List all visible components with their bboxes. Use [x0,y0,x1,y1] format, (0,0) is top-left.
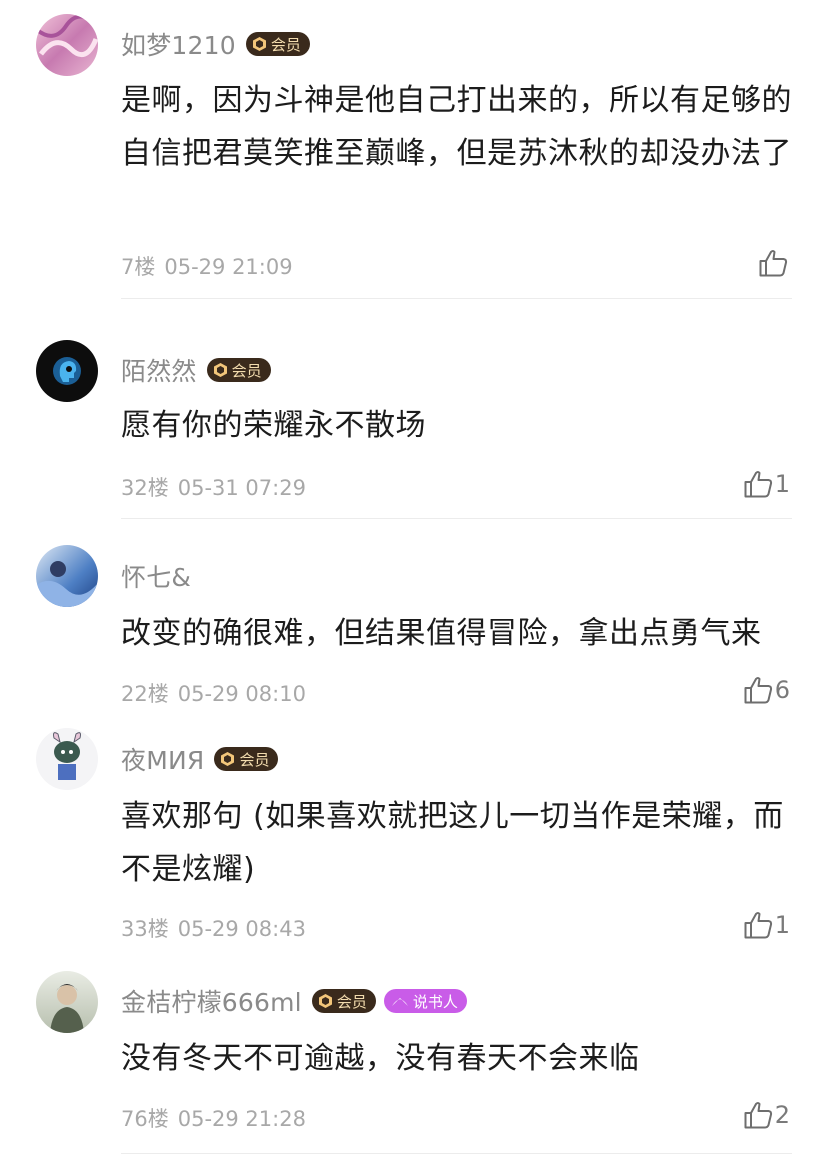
comment-meta: 33楼 05-29 08:43 [121,913,315,943]
timestamp: 05-29 21:28 [177,1107,306,1131]
like-button[interactable]: 1 [744,468,790,500]
comment-meta: 7楼 05-29 21:09 [121,251,302,281]
avatar[interactable] [36,14,98,76]
thumbs-up-icon [744,471,772,498]
divider [121,518,792,519]
comment-text: 改变的确很难，但结果值得冒险，拿出点勇气来 [121,616,762,651]
vip-label: 会员 [270,35,301,54]
username[interactable]: 如梦1210 [121,26,236,62]
avatar[interactable] [36,971,98,1033]
vip-gem-icon [318,994,332,1008]
vip-label: 会员 [231,361,262,380]
floor-number: 32楼 [121,476,169,500]
username[interactable]: 夜МИЯ [121,741,204,777]
vip-gem-icon [252,37,266,51]
vip-gem-icon [221,752,235,766]
comment-text: 愿有你的荣耀永不散场 [121,408,426,443]
floor-number: 7楼 [121,255,156,279]
like-button[interactable]: 1 [744,909,790,941]
thumbs-up-icon [759,250,788,277]
user-info: 金桔柠檬666ml 会员 说书人 [121,983,467,1019]
like-button[interactable]: 6 [744,674,790,706]
comment-text: 喜欢那句 (如果喜欢就把这儿一切当作是荣耀，而不是炫耀) [121,799,784,887]
divider [121,298,792,299]
avatar[interactable] [36,340,98,402]
thumbs-up-icon [744,677,772,704]
avatar[interactable] [36,545,98,607]
user-info: 夜МИЯ 会员 [121,741,279,777]
user-info: 怀七& [121,558,191,594]
floor-number: 76楼 [121,1107,169,1131]
divider [121,1153,792,1154]
vip-label: 会员 [239,750,270,769]
thumbs-up-icon [744,1102,772,1129]
timestamp: 05-29 08:10 [177,682,306,706]
vip-label: 会员 [336,992,367,1011]
user-info: 如梦1210 会员 [121,26,310,62]
like-button[interactable] [759,247,790,279]
like-count: 6 [774,676,790,704]
comment-meta: 76楼 05-29 21:28 [121,1103,315,1133]
comment-text: 是啊，因为斗神是他自己打出来的，所以有足够的自信把君莫笑推至巅峰，但是苏沐秋的却… [121,83,792,171]
vip-gem-icon [213,363,227,377]
user-info: 陌然然 会员 [121,352,271,388]
like-button[interactable]: 2 [744,1099,790,1131]
storyteller-label: 说书人 [412,992,458,1011]
thumbs-up-icon [744,912,772,939]
like-count: 1 [774,470,790,498]
storyteller-badge: 说书人 [383,989,467,1013]
vip-badge: 会员 [311,989,376,1013]
vip-badge: 会员 [245,32,310,56]
username[interactable]: 陌然然 [121,352,197,388]
vip-badge: 会员 [206,358,271,382]
comment-meta: 22楼 05-29 08:10 [121,678,315,708]
timestamp: 05-31 07:29 [177,476,306,500]
floor-number: 22楼 [121,682,169,706]
timestamp: 05-29 08:43 [177,917,306,941]
vip-badge: 会员 [214,747,279,771]
storyteller-fan-icon [391,998,408,1006]
floor-number: 33楼 [121,917,169,941]
comment-meta: 32楼 05-31 07:29 [121,472,315,502]
timestamp: 05-29 21:09 [164,255,293,279]
username[interactable]: 金桔柠檬666ml [121,983,302,1019]
avatar[interactable] [36,728,98,790]
username[interactable]: 怀七& [121,558,191,594]
like-count: 2 [774,1101,790,1129]
comment-text: 没有冬天不可逾越，没有春天不会来临 [121,1041,640,1076]
like-count: 1 [774,911,790,939]
